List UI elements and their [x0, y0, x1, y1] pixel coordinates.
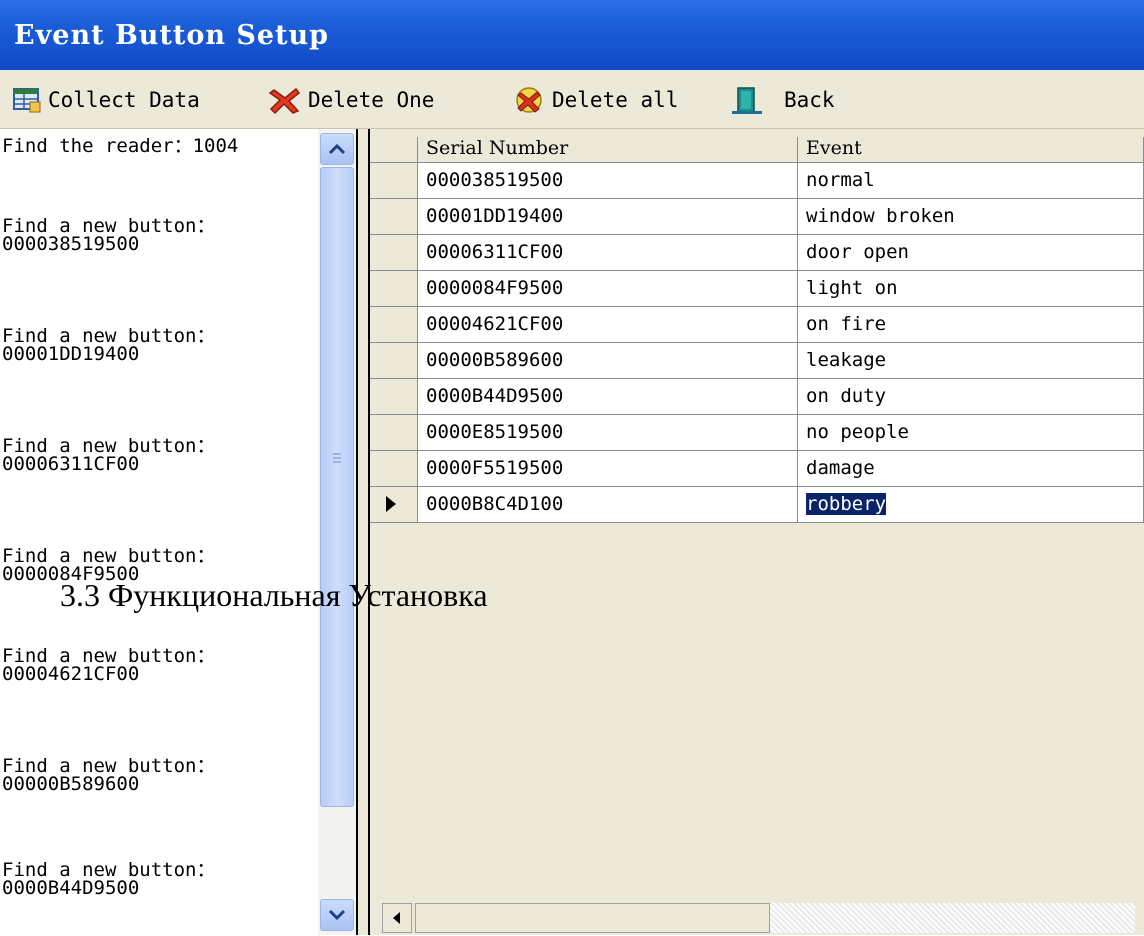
log-entry-serial: 00004621CF00 — [2, 663, 140, 685]
serial-cell[interactable]: 00000B589600 — [418, 343, 798, 379]
log-entry-serial: 0000B44D9500 — [2, 877, 140, 899]
event-cell[interactable]: on duty — [798, 379, 1144, 415]
pane-splitter[interactable] — [356, 129, 370, 935]
row-indicator-cell[interactable] — [370, 163, 418, 199]
delete-all-label: Delete all — [552, 88, 679, 112]
event-cell[interactable]: on fire — [798, 307, 1144, 343]
event-cell[interactable]: light on — [798, 271, 1144, 307]
delete-one-button[interactable]: Delete One — [268, 84, 434, 116]
event-cell[interactable]: no people — [798, 415, 1144, 451]
column-header-serial[interactable]: Serial Number — [418, 137, 798, 163]
header-indicator-cell — [370, 137, 418, 163]
table-row[interactable]: 0000E8519500 no people — [370, 415, 1144, 451]
table-row[interactable]: 0000B8C4D100 robbery — [370, 487, 1144, 523]
event-cell[interactable]: leakage — [798, 343, 1144, 379]
serial-cell[interactable]: 0000B44D9500 — [418, 379, 798, 415]
scroll-left-icon — [393, 912, 400, 924]
log-entry-serial: 00000B589600 — [2, 773, 140, 795]
back-button[interactable]: Back — [730, 84, 835, 116]
row-indicator-cell[interactable] — [370, 235, 418, 271]
serial-cell[interactable]: 0000E8519500 — [418, 415, 798, 451]
collect-data-label: Collect Data — [48, 88, 200, 112]
serial-cell[interactable]: 000038519500 — [418, 163, 798, 199]
row-pointer-icon — [386, 496, 396, 512]
grid-horizontal-scrollbar[interactable] — [370, 900, 1144, 935]
collect-data-button[interactable]: Collect Data — [12, 84, 200, 116]
scroll-up-icon — [328, 143, 346, 155]
scroll-left-button[interactable] — [382, 903, 412, 933]
serial-cell[interactable]: 00004621CF00 — [418, 307, 798, 343]
row-indicator-cell[interactable] — [370, 199, 418, 235]
delete-one-icon — [268, 87, 301, 115]
reader-line: Find the reader：1004 — [2, 135, 239, 157]
event-cell[interactable]: robbery — [798, 487, 1144, 523]
back-icon — [732, 87, 762, 114]
serial-cell[interactable]: 00006311CF00 — [418, 235, 798, 271]
title-bar: Event Button Setup — [0, 0, 1144, 70]
back-label: Back — [784, 88, 835, 112]
row-indicator-cell[interactable] — [370, 271, 418, 307]
scroll-down-icon — [328, 909, 346, 921]
log-vertical-scrollbar[interactable] — [318, 129, 356, 935]
event-grid: Serial Number Event 000038519500 normal 00… — [370, 129, 1144, 935]
row-indicator-cell[interactable] — [370, 487, 418, 523]
table-row[interactable]: 0000084F9500 light on — [370, 271, 1144, 307]
toolbar: Collect Data Delete One Delete all Back — [0, 70, 1144, 129]
serial-cell[interactable]: 0000B8C4D100 — [418, 487, 798, 523]
row-indicator-cell[interactable] — [370, 307, 418, 343]
serial-cell[interactable]: 00001DD19400 — [418, 199, 798, 235]
event-cell[interactable]: normal — [798, 163, 1144, 199]
table-row[interactable]: 00004621CF00 on fire — [370, 307, 1144, 343]
scroll-grip-icon — [333, 453, 341, 463]
delete-one-label: Delete One — [308, 88, 435, 112]
log-pane: Find the reader：1004 Find a new button： … — [0, 129, 318, 935]
collect-data-icon — [13, 88, 41, 113]
log-entry-serial: 00001DD19400 — [2, 343, 140, 365]
event-cell[interactable]: damage — [798, 451, 1144, 487]
log-entry-serial: 000038519500 — [2, 233, 140, 255]
row-indicator-cell[interactable] — [370, 415, 418, 451]
row-indicator-cell[interactable] — [370, 379, 418, 415]
selected-event-text[interactable]: robbery — [806, 493, 887, 515]
row-indicator-cell[interactable] — [370, 451, 418, 487]
log-entry-serial: 00006311CF00 — [2, 453, 140, 475]
column-header-event[interactable]: Event — [798, 137, 1144, 163]
window-title: Event Button Setup — [14, 20, 330, 51]
scroll-thumb[interactable] — [320, 167, 354, 807]
document-caption: 3.3 Функциональная Установка — [60, 577, 488, 613]
delete-all-button[interactable]: Delete all — [512, 84, 678, 116]
table-row[interactable]: 000038519500 normal — [370, 163, 1144, 199]
table-row[interactable]: 0000B44D9500 on duty — [370, 379, 1144, 415]
serial-cell[interactable]: 0000084F9500 — [418, 271, 798, 307]
serial-cell[interactable]: 0000F5519500 — [418, 451, 798, 487]
delete-all-icon — [516, 87, 542, 113]
row-indicator-cell[interactable] — [370, 343, 418, 379]
event-cell[interactable]: window broken — [798, 199, 1144, 235]
horizontal-scroll-thumb[interactable] — [415, 903, 770, 933]
scroll-up-button[interactable] — [320, 133, 354, 165]
table-row[interactable]: 0000F5519500 damage — [370, 451, 1144, 487]
table-row[interactable]: 00006311CF00 door open — [370, 235, 1144, 271]
event-cell[interactable]: door open — [798, 235, 1144, 271]
scroll-down-button[interactable] — [320, 899, 354, 931]
table-row[interactable]: 00001DD19400 window broken — [370, 199, 1144, 235]
table-row[interactable]: 00000B589600 leakage — [370, 343, 1144, 379]
